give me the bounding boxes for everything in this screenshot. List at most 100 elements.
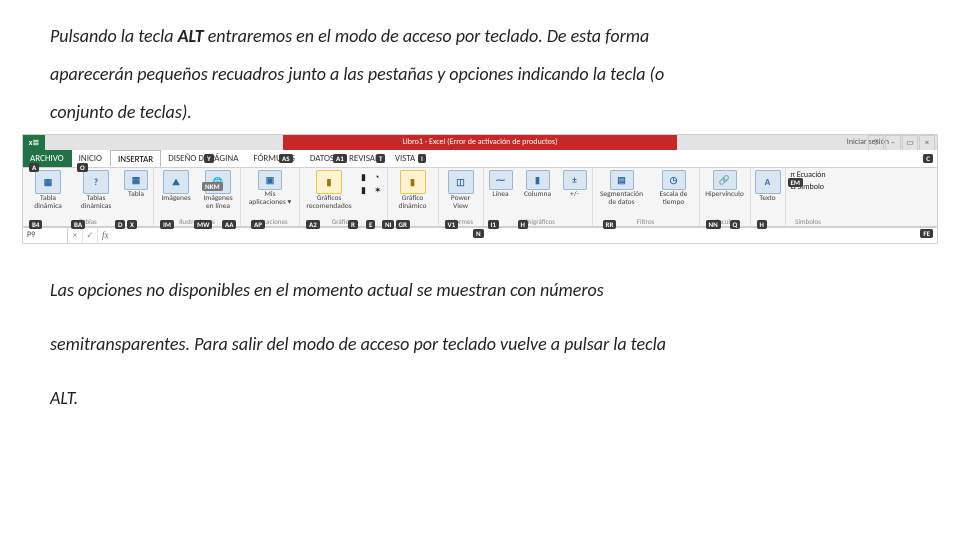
keytip-ni: NI [382,220,394,229]
keytip-fe: FE [920,229,933,238]
btn-spark-col[interactable]: ▮ Columna [521,170,555,199]
keytip-i1: I1 [488,220,499,229]
text-icon: A [755,170,781,194]
keytip-ba: BA [71,220,85,229]
keytip-vista: I [418,154,426,163]
image-icon: ⛰ [163,170,189,194]
btn-text[interactable]: A Texto [756,170,780,203]
restore-button[interactable]: ▭ [902,135,918,151]
keytip-formulas: AS [279,154,293,163]
keytip-q: Q [730,220,741,229]
hyperlink-icon: 🔗 [713,170,737,190]
group-sparklines: ⁓ Línea ▮ Columna ± +/- Minigráficos I1 … [484,168,593,226]
keytip-d: D [115,220,125,229]
ribbon-tabs: ARCHIVO INICIO INSERTAR DISEÑO DE PÁGINA… [23,150,937,168]
formula-bar: P9 × ✓ fx N FE [23,227,937,243]
btn-pivot-table[interactable]: ▦ Tabla dinámica [28,170,68,211]
btn-hyperlink[interactable]: 🔗 Hipervínculo [705,170,745,199]
intro-line2: aparecerán pequeños recuadros junto a la… [50,56,910,92]
spark-line-icon: ⁓ [489,170,513,190]
btn-images[interactable]: ⛰ Imágenes [159,170,193,203]
minimize-button[interactable]: – [885,135,901,151]
keytip-im: IM [160,220,174,229]
fbar-cancel-icon[interactable]: × [68,228,83,243]
group-text: A Texto H [751,168,786,226]
excel-screenshot: x≣ Libro1 - Excel (Error de activación d… [22,134,938,244]
keytip-inicio: O [77,163,88,172]
recpivot-icon: ? [83,170,109,194]
close-button[interactable]: × [919,135,935,151]
fx-label[interactable]: fx [98,228,109,243]
intro-line1a: Pulsando la tecla [50,25,178,47]
pivot-icon: ▦ [35,170,61,194]
fbar-enter-icon[interactable]: ✓ [83,228,98,243]
name-box[interactable]: P9 [23,228,68,243]
keytip-x: X [127,220,137,229]
chart-type-icon[interactable]: ▮ [361,185,366,196]
excel-app-icon[interactable]: x≣ [23,135,45,150]
slicer-icon: ▤ [610,170,634,190]
spark-col-icon: ▮ [526,170,550,190]
outro-line1: Las opciones no disponibles en el moment… [50,272,910,308]
keytip-archivo: A [29,163,39,172]
help-button[interactable]: ? [868,135,884,151]
group-links: 🔗 Hipervínculo Vínculos NN Q [700,168,751,226]
keytip-mw: MW [194,220,212,229]
powerview-icon: ◫ [448,170,474,194]
group-symbols: π Ecuación Ω Símbolo Símbolos EM [786,168,831,226]
tab-insertar[interactable]: INSERTAR [110,150,161,167]
keytip-e: E [366,220,375,229]
keytip-revisar: T [376,154,385,163]
btn-spark-wl[interactable]: ± +/- [563,170,587,199]
keytip-r: R [348,220,358,229]
chart-type-icon[interactable]: ▮ [361,172,366,183]
btn-rec-pivot[interactable]: ? Tablas dinámicas [76,170,116,211]
keytip-c: C [923,154,933,163]
btn-pivot-chart[interactable]: ▮ Gráfico dinámico [393,170,433,211]
spark-wl-icon: ± [563,170,587,190]
btn-spark-line[interactable]: ⁓ Línea [489,170,513,199]
keytip-b4: B4 [29,220,42,229]
keytip-gr: GR [396,220,410,229]
keytip-h: H [518,220,528,229]
keytip-nkm: NKM [202,182,223,191]
keytip-datos: A1 [333,154,347,163]
apps-icon: ▣ [258,170,282,190]
keytip-em: EM [788,178,804,187]
keytip-v1: V1 [445,220,459,229]
intro-alt: ALT [178,25,204,47]
group-pivotchart: ▮ Gráfico dinámico GR [388,168,439,226]
btn-slicer[interactable]: ▤ Segmentación de datos [598,170,646,207]
btn-rec-charts[interactable]: ▮ Gráficos recomendados [305,170,353,211]
pivot-chart-icon: ▮ [400,170,426,194]
window-buttons: ? – ▭ × [867,135,935,151]
btn-power-view[interactable]: ◫ Power View [444,170,478,211]
keytip-diseno: Y [204,154,214,163]
timeline-icon: ◷ [662,170,686,190]
window-title: Libro1 - Excel (Error de activación de p… [283,135,677,150]
keytip-nn: NN [706,220,721,229]
keytip-ap: AP [251,220,265,229]
outro-line3: ALT. [50,380,910,416]
keytip-n: N [473,229,484,238]
keytip-rr: RR [603,220,617,229]
btn-tabla[interactable]: ▦ Tabla [124,170,148,199]
keytip-aa: AA [222,220,236,229]
ribbon-body: ▦ Tabla dinámica ? Tablas dinámicas ▦ Ta… [23,168,937,227]
chart-type-icon[interactable]: ✶ [374,185,382,196]
outro-line2: semitransparentes. Para salir del modo d… [50,326,910,362]
group-apps: ▣ Mis aplicaciones ▾ Aplicaciones AP [241,168,300,226]
group-reports: ◫ Power View Informes V1 [439,168,484,226]
group-charts: ▮ Gráficos recomendados ▮ ▮ ◔ ✶ Gráficos… [300,168,388,226]
btn-timeline[interactable]: ◷ Escala de tiempo [654,170,694,207]
keytip-a2: A2 [306,220,320,229]
chart-type-icon[interactable]: ◔ [374,172,382,183]
group-tablas: ▦ Tabla dinámica ? Tablas dinámicas ▦ Ta… [23,168,154,226]
tab-formulas[interactable]: FÓRMULAS [246,150,303,167]
chart-icon: ▮ [316,170,342,194]
intro-paragraph: Pulsando la tecla ALT entraremos en el m… [0,0,960,130]
intro-line3: conjunto de teclas). [50,94,910,130]
title-bar[interactable]: x≣ Libro1 - Excel (Error de activación d… [23,135,937,150]
btn-my-apps[interactable]: ▣ Mis aplicaciones ▾ [246,170,294,207]
tabla-icon: ▦ [124,170,148,190]
